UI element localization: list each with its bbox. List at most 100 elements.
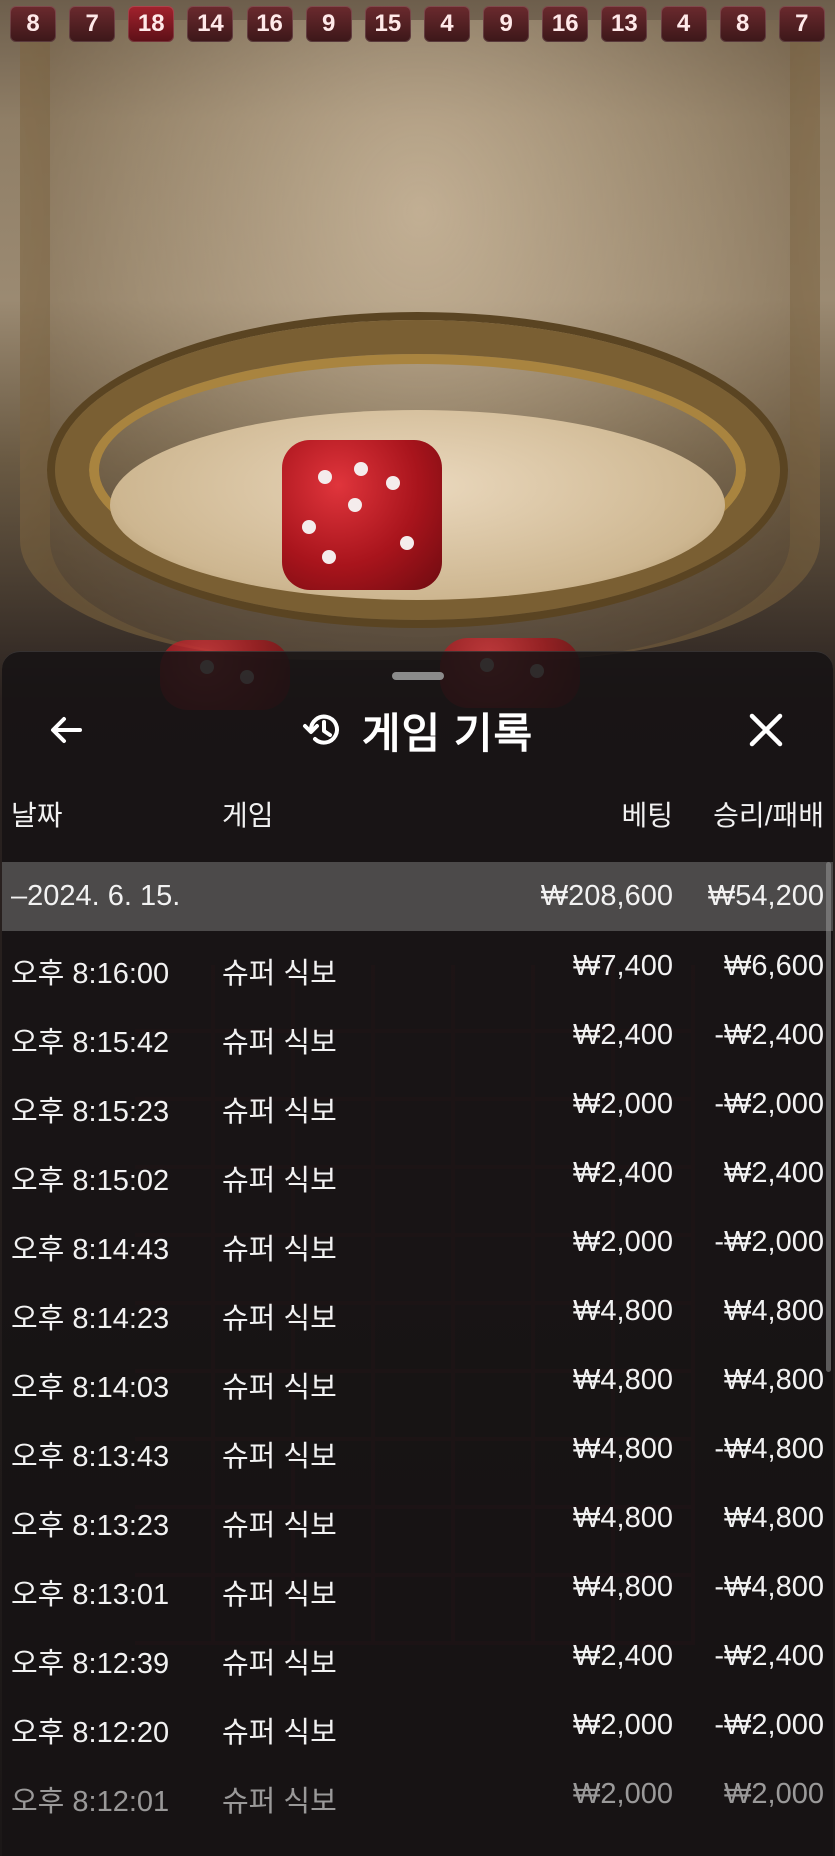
close-icon — [749, 713, 783, 747]
row-time: 오후 8:15:02 — [11, 1165, 170, 1197]
row-win-loss: ₩2,000 — [724, 1778, 824, 1810]
row-game: 슈퍼 식보 — [222, 1234, 337, 1266]
row-win-loss: -₩2,400 — [714, 1019, 824, 1051]
table-row[interactable]: 오후 8:15:02 슈퍼 식보 ₩2,400 ₩2,400 — [2, 1138, 833, 1207]
table-row[interactable]: 오후 8:15:42 슈퍼 식보 ₩2,400 -₩2,400 — [2, 1000, 833, 1069]
row-bet: ₩4,800 — [573, 1433, 673, 1465]
row-game: 슈퍼 식보 — [222, 1579, 337, 1611]
result-chip: 16 — [542, 6, 589, 42]
scrollbar[interactable] — [826, 862, 831, 1372]
table-row[interactable]: 오후 8:14:03 슈퍼 식보 ₩4,800 ₩4,800 — [2, 1345, 833, 1414]
column-header-win-loss: 승리/패배 — [713, 800, 824, 831]
table-header: 날짜 게임 베팅 승리/패배 — [2, 794, 833, 834]
table-row[interactable]: 오후 8:14:23 슈퍼 식보 ₩4,800 ₩4,800 — [2, 1276, 833, 1345]
row-win-loss: -₩2,000 — [714, 1709, 824, 1741]
row-bet: ₩2,400 — [573, 1019, 673, 1051]
row-bet: ₩7,400 — [573, 950, 673, 982]
result-chip: 7 — [778, 6, 825, 42]
row-win-loss: -₩2,000 — [714, 1088, 824, 1120]
panel-title-group: 게임 기록 — [2, 702, 833, 758]
row-time: 오후 8:12:20 — [11, 1717, 170, 1749]
row-bet: ₩2,400 — [573, 1640, 673, 1672]
row-win-loss: ₩4,800 — [724, 1295, 824, 1327]
result-chip: 9 — [483, 6, 530, 42]
date-group-label: –2024. 6. 15. — [11, 880, 181, 912]
column-header-game: 게임 — [222, 800, 274, 831]
row-bet: ₩2,000 — [573, 1226, 673, 1258]
date-group-win-total: ₩54,200 — [707, 880, 824, 912]
result-chip: 4 — [660, 6, 707, 42]
column-header-bet: 베팅 — [621, 800, 673, 831]
result-chip: 8 — [719, 6, 766, 42]
result-chip: 7 — [69, 6, 116, 42]
row-win-loss: ₩2,400 — [724, 1157, 824, 1189]
panel-title: 게임 기록 — [361, 709, 534, 757]
row-time: 오후 8:13:23 — [11, 1510, 170, 1542]
table-row[interactable]: 오후 8:13:01 슈퍼 식보 ₩4,800 -₩4,800 — [2, 1552, 833, 1621]
row-time: 오후 8:12:39 — [11, 1648, 170, 1680]
row-time: 오후 8:14:43 — [11, 1234, 170, 1266]
column-header-date: 날짜 — [11, 800, 63, 831]
row-win-loss: ₩6,600 — [724, 950, 824, 982]
row-win-loss: -₩2,000 — [714, 1226, 824, 1258]
row-game: 슈퍼 식보 — [222, 1648, 337, 1680]
row-time: 오후 8:14:23 — [11, 1303, 170, 1335]
result-chip: 15 — [364, 6, 411, 42]
row-time: 오후 8:15:23 — [11, 1096, 170, 1128]
table-row[interactable]: 오후 8:12:20 슈퍼 식보 ₩2,000 -₩2,000 — [2, 1690, 833, 1759]
close-button[interactable] — [742, 706, 790, 754]
row-win-loss: -₩4,800 — [714, 1571, 824, 1603]
result-chip: 14 — [187, 6, 234, 42]
row-bet: ₩2,000 — [573, 1088, 673, 1120]
table-row[interactable]: 오후 8:15:23 슈퍼 식보 ₩2,000 -₩2,000 — [2, 1069, 833, 1138]
history-icon — [302, 714, 339, 745]
game-history-panel: 게임 기록 날짜 게임 베팅 승리/패배 –2024. 6. 15. ₩208,… — [2, 651, 833, 1856]
row-bet: ₩2,400 — [573, 1157, 673, 1189]
row-game: 슈퍼 식보 — [222, 1303, 337, 1335]
table-row[interactable]: 오후 8:16:00 슈퍼 식보 ₩7,400 ₩6,600 — [2, 931, 833, 1000]
result-chip: 18 — [128, 6, 175, 42]
row-game: 슈퍼 식보 — [222, 1441, 337, 1473]
row-game: 슈퍼 식보 — [222, 1786, 337, 1818]
drag-handle[interactable] — [392, 672, 444, 680]
result-chip: 4 — [423, 6, 470, 42]
row-bet: ₩4,800 — [573, 1571, 673, 1603]
row-time: 오후 8:14:03 — [11, 1372, 170, 1404]
row-bet: ₩4,800 — [573, 1295, 673, 1327]
table-row[interactable]: 오후 8:12:39 슈퍼 식보 ₩2,400 -₩2,400 — [2, 1621, 833, 1690]
die-top — [282, 440, 442, 590]
table-row[interactable]: 오후 8:14:43 슈퍼 식보 ₩2,000 -₩2,000 — [2, 1207, 833, 1276]
row-win-loss: -₩2,400 — [714, 1640, 824, 1672]
result-chip: 13 — [601, 6, 648, 42]
recent-results-strip: 8 7 18 14 16 9 15 4 9 16 13 4 8 7 — [0, 0, 835, 44]
result-chip: 9 — [305, 6, 352, 42]
row-win-loss: -₩4,800 — [714, 1433, 824, 1465]
row-game: 슈퍼 식보 — [222, 1510, 337, 1542]
row-game: 슈퍼 식보 — [222, 958, 337, 990]
row-game: 슈퍼 식보 — [222, 1027, 337, 1059]
table-row[interactable]: 오후 8:12:01 슈퍼 식보 ₩2,000 ₩2,000 — [2, 1759, 833, 1828]
result-chip: 8 — [10, 6, 56, 42]
history-table[interactable]: –2024. 6. 15. ₩208,600 ₩54,200 오후 8:16:0… — [2, 862, 833, 1828]
row-win-loss: ₩4,800 — [724, 1364, 824, 1396]
date-group-row[interactable]: –2024. 6. 15. ₩208,600 ₩54,200 — [2, 862, 833, 931]
table-row[interactable]: 오후 8:13:43 슈퍼 식보 ₩4,800 -₩4,800 — [2, 1414, 833, 1483]
row-time: 오후 8:16:00 — [11, 958, 170, 990]
row-time: 오후 8:13:43 — [11, 1441, 170, 1473]
row-win-loss: ₩4,800 — [724, 1502, 824, 1534]
panel-header: 게임 기록 — [2, 684, 833, 774]
row-bet: ₩4,800 — [573, 1364, 673, 1396]
row-game: 슈퍼 식보 — [222, 1096, 337, 1128]
row-game: 슈퍼 식보 — [222, 1372, 337, 1404]
row-bet: ₩2,000 — [573, 1709, 673, 1741]
date-group-bet-total: ₩208,600 — [540, 880, 673, 912]
table-row[interactable]: 오후 8:13:23 슈퍼 식보 ₩4,800 ₩4,800 — [2, 1483, 833, 1552]
result-chip: 16 — [246, 6, 293, 42]
row-time: 오후 8:13:01 — [11, 1579, 170, 1611]
row-time: 오후 8:15:42 — [11, 1027, 170, 1059]
row-game: 슈퍼 식보 — [222, 1717, 337, 1749]
row-game: 슈퍼 식보 — [222, 1165, 337, 1197]
row-bet: ₩2,000 — [573, 1778, 673, 1810]
row-bet: ₩4,800 — [573, 1502, 673, 1534]
row-time: 오후 8:12:01 — [11, 1786, 170, 1818]
